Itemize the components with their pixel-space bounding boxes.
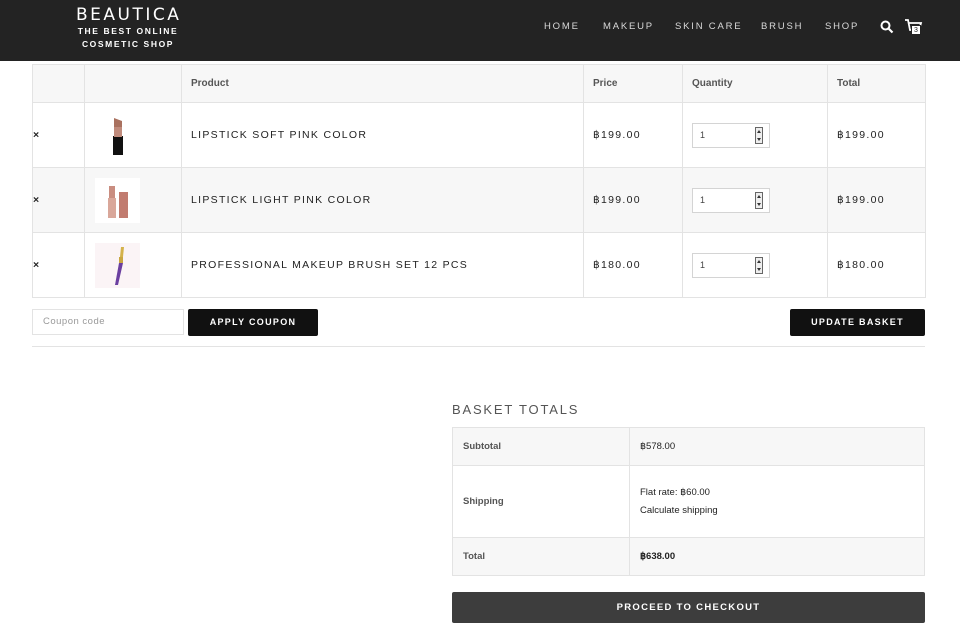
shipping-details: Flat rate: ฿60.00 Calculate shipping (629, 465, 925, 538)
line-total: ฿199.00 (827, 102, 926, 168)
quantity-value: 1 (700, 194, 706, 205)
shipping-label: Shipping (452, 465, 630, 538)
shipping-row: Shipping Flat rate: ฿60.00 Calculate shi… (452, 465, 925, 538)
apply-coupon-button[interactable]: APPLY COUPON (188, 309, 318, 336)
col-header-quantity: Quantity (682, 64, 828, 103)
brand-tagline-line-2: COSMETIC SHOP (81, 39, 175, 49)
brand-name: BEAUTICA (76, 5, 182, 25)
spinner-arrows-icon[interactable] (755, 256, 763, 274)
cart-table-header-row: Product Price Quantity Total (32, 64, 926, 103)
search-icon[interactable] (880, 20, 894, 34)
product-thumbnail-cell (84, 167, 182, 233)
product-name[interactable]: LIPSTICK SOFT PINK COLOR (181, 102, 584, 168)
divider (32, 346, 925, 347)
nav-item-home[interactable]: HOME (544, 21, 580, 32)
spinner-arrows-icon[interactable] (755, 191, 763, 209)
proceed-to-checkout-button[interactable]: PROCEED TO CHECKOUT (452, 592, 925, 623)
quantity-stepper[interactable]: 1 (692, 252, 770, 278)
product-thumbnail-cell (84, 102, 182, 168)
col-header-thumbnail (84, 64, 182, 103)
product-price: ฿199.00 (583, 167, 683, 233)
subtotal-value: ฿578.00 (629, 427, 925, 466)
quantity-stepper[interactable]: 1 (692, 122, 770, 148)
brand-logo[interactable]: BEAUTICA THE BEST ONLINE COSMETIC SHOP (76, 6, 180, 50)
shipping-method: Flat rate: ฿60.00 (640, 484, 924, 502)
nav-item-skin-care[interactable]: SKIN CARE (675, 21, 742, 32)
product-name[interactable]: PROFESSIONAL MAKEUP BRUSH SET 12 PCS (181, 232, 584, 298)
table-row: × LIPSTICK SOFT PINK COLOR ฿199.00 1 ฿19… (32, 102, 926, 168)
table-row: × PROFESSIONAL MAKEUP BRUSH SET 12 PCS ฿… (32, 232, 926, 298)
product-name[interactable]: LIPSTICK LIGHT PINK COLOR (181, 167, 584, 233)
line-total: ฿180.00 (827, 232, 926, 298)
update-basket-button[interactable]: UPDATE BASKET (790, 309, 925, 336)
cart-table: Product Price Quantity Total × LIPSTICK … (32, 64, 926, 298)
makeup-brush-image[interactable] (95, 242, 140, 288)
remove-item-button[interactable]: × (32, 167, 85, 233)
nav-item-shop[interactable]: SHOP (825, 21, 859, 32)
quantity-value: 1 (700, 129, 706, 140)
total-value: ฿638.00 (629, 537, 925, 576)
shipping-rate-value: ฿60.00 (680, 486, 710, 498)
quantity-cell: 1 (682, 102, 828, 168)
col-header-product: Product (181, 64, 584, 103)
quantity-cell: 1 (682, 232, 828, 298)
line-total: ฿199.00 (827, 167, 926, 233)
nav-item-brush[interactable]: BRUSH (761, 21, 803, 32)
quantity-cell: 1 (682, 167, 828, 233)
quantity-stepper[interactable]: 1 (692, 187, 770, 213)
spinner-arrows-icon[interactable] (755, 126, 763, 144)
cart-count-badge: 3 (911, 25, 921, 35)
product-price: ฿199.00 (583, 102, 683, 168)
lipstick-image[interactable] (95, 177, 140, 223)
subtotal-label: Subtotal (452, 427, 630, 466)
brand-tagline-line-1: THE BEST ONLINE (77, 26, 179, 36)
lipstick-image[interactable] (95, 112, 140, 158)
shipping-rate-label: Flat rate: (640, 486, 681, 498)
quantity-value: 1 (700, 259, 706, 270)
nav-item-makeup[interactable]: MAKEUP (603, 21, 654, 32)
basket-totals-table: Subtotal ฿578.00 Shipping Flat rate: ฿60… (452, 427, 925, 576)
table-row: × LIPSTICK LIGHT PINK COLOR ฿199.00 1 ฿1… (32, 167, 926, 233)
product-price: ฿180.00 (583, 232, 683, 298)
total-label: Total (452, 537, 630, 576)
basket-totals-title: BASKET TOTALS (452, 402, 580, 417)
remove-item-button[interactable]: × (32, 102, 85, 168)
coupon-code-input[interactable]: Coupon code (32, 309, 184, 335)
col-header-remove (32, 64, 85, 103)
remove-item-button[interactable]: × (32, 232, 85, 298)
calculate-shipping-link[interactable]: Calculate shipping (640, 502, 924, 520)
total-row: Total ฿638.00 (452, 537, 925, 576)
subtotal-row: Subtotal ฿578.00 (452, 427, 925, 466)
col-header-total: Total (827, 64, 926, 103)
col-header-price: Price (583, 64, 683, 103)
product-thumbnail-cell (84, 232, 182, 298)
site-header: BEAUTICA THE BEST ONLINE COSMETIC SHOP H… (0, 0, 960, 61)
